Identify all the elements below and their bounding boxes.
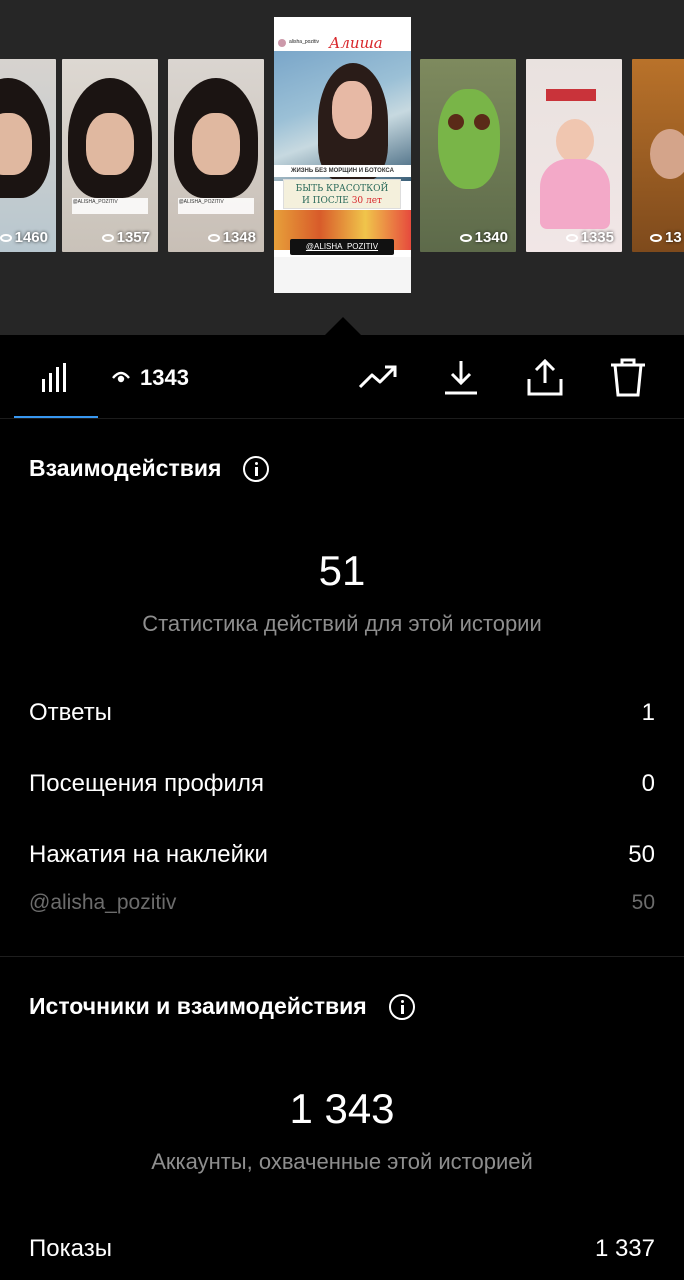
- eye-icon: [459, 233, 472, 242]
- selection-pointer: [325, 317, 361, 335]
- story-text-line: БЫТЬ КРАСОТКОЙ: [295, 184, 389, 194]
- stat-value: 50: [628, 841, 655, 868]
- stat-row-profile-visits: Посещения профиля 0: [29, 770, 655, 798]
- section-title: Источники и взаимодействия: [29, 993, 415, 1020]
- story-photo: [274, 51, 411, 181]
- tab-insights[interactable]: [14, 335, 98, 419]
- toy-figure: [438, 89, 500, 189]
- thumbnail-face: [86, 113, 134, 176]
- baby-face: [556, 119, 594, 163]
- trash-icon[interactable]: [607, 357, 649, 399]
- stat-row-impressions: Показы 1 337: [29, 1235, 655, 1263]
- stat-label: Ответы: [29, 699, 112, 726]
- story-text-box: БЫТЬ КРАСОТКОЙ И ПОСЛЕ 30 лет: [283, 179, 401, 209]
- baby-dress: [540, 159, 610, 229]
- stat-label: @alisha_pozitiv: [29, 891, 177, 914]
- story-thumbnail[interactable]: 1460: [0, 59, 56, 252]
- story-view-count: 1340: [459, 229, 508, 246]
- story-text-line: И ПОСЛЕ 30 лет: [301, 196, 383, 206]
- story-view-count: 1357: [101, 229, 150, 246]
- story-thumbnail[interactable]: 1335: [526, 59, 622, 252]
- selected-story-thumbnail[interactable]: alisha_pozitiv Алиша ЖИЗНЬ БЕЗ МОРЩИН И …: [274, 17, 411, 293]
- photo-face: [332, 81, 372, 139]
- eye-icon: [650, 233, 662, 242]
- story-thumbnail[interactable]: 13: [632, 59, 684, 252]
- stat-value: 1 337: [594, 1235, 655, 1262]
- share-icon[interactable]: [524, 357, 566, 399]
- story-carousel[interactable]: 1460 @ALISHA_POZITIV 1357 @ALISHA_POZITI…: [0, 0, 684, 335]
- stat-value: 50: [631, 891, 655, 914]
- story-username: alisha_pozitiv: [289, 39, 320, 45]
- stat-row-sticker-taps: Нажатия на наклейки 50: [29, 841, 655, 869]
- stat-label: Нажатия на наклейки: [29, 841, 268, 868]
- toy-eye: [448, 114, 464, 130]
- story-banner: ЖИЗНЬ БЕЗ МОРЩИН И БОТОКСА: [274, 165, 411, 177]
- info-icon[interactable]: [388, 993, 415, 1020]
- story-footer: [274, 257, 411, 293]
- story-view-count: 1335: [565, 229, 614, 246]
- stat-label: Показы: [29, 1235, 112, 1262]
- story-header: alisha_pozitiv Алиша: [274, 17, 411, 52]
- story-thumbnail[interactable]: @ALISHA_POZITIV 1357: [62, 59, 158, 252]
- eye-icon: [0, 233, 12, 242]
- section-title: Взаимодействия: [29, 455, 270, 482]
- thumbnail-banner: [546, 89, 596, 101]
- stat-label: Посещения профиля: [29, 770, 264, 797]
- stat-row-sticker-mention[interactable]: @alisha_pozitiv 50: [29, 891, 655, 915]
- reach-total: 1 343: [289, 1085, 395, 1132]
- stat-value: 0: [641, 770, 655, 797]
- thumbnail-caption: @ALISHA_POZITIV: [177, 197, 255, 214]
- toy-eye: [474, 114, 490, 130]
- mention-sticker: @ALISHA_POZITIV: [290, 239, 394, 255]
- story-toolbar: 1343: [0, 335, 684, 419]
- thumbnail-face: [192, 113, 240, 176]
- tab-active-indicator: [14, 416, 98, 418]
- stat-row-replies: Ответы 1: [29, 699, 655, 727]
- story-thumbnail[interactable]: 1340: [420, 59, 516, 252]
- views-count: 1343: [140, 365, 189, 390]
- eye-icon: [565, 233, 578, 242]
- trending-icon[interactable]: [357, 357, 399, 399]
- thumbnail-caption: @ALISHA_POZITIV: [71, 197, 149, 214]
- eye-icon: [207, 233, 220, 242]
- tab-viewers[interactable]: 1343: [112, 365, 189, 391]
- info-icon[interactable]: [243, 455, 270, 482]
- eye-icon: [112, 371, 130, 383]
- interactions-subtitle: Статистика действий для этой истории: [142, 611, 542, 636]
- reach-subtitle: Аккаунты, охваченные этой историей: [151, 1149, 533, 1174]
- stat-value: 1: [641, 699, 655, 726]
- thumbnail-face: [650, 129, 684, 179]
- story-thumbnail[interactable]: @ALISHA_POZITIV 1348: [168, 59, 264, 252]
- story-view-count: 1460: [0, 229, 48, 246]
- bar-chart-icon: [42, 363, 66, 392]
- story-view-count: 13: [650, 229, 682, 246]
- sources-section: Источники и взаимодействия 1 343 Аккаунт…: [0, 957, 684, 1280]
- interactions-section: Взаимодействия 51 Статистика действий дл…: [0, 419, 684, 956]
- story-title: Алиша: [329, 34, 383, 52]
- interactions-total: 51: [318, 547, 366, 594]
- eye-icon: [101, 233, 114, 242]
- download-icon[interactable]: [440, 357, 482, 399]
- avatar: [278, 39, 286, 47]
- story-view-count: 1348: [207, 229, 256, 246]
